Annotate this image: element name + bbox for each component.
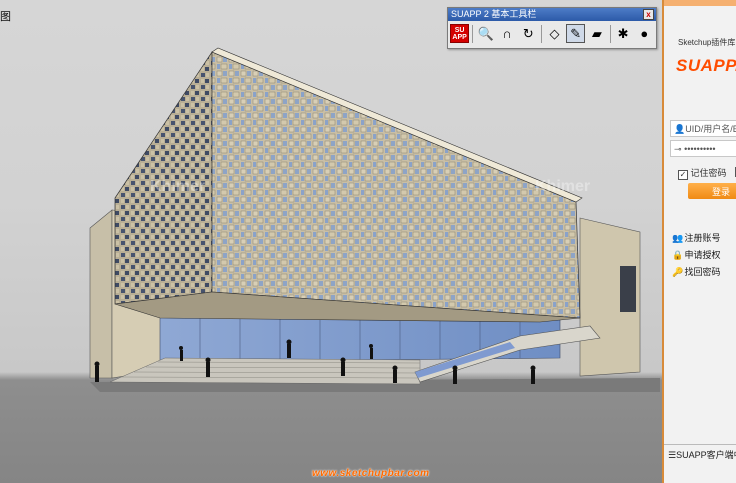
register-label: 注册账号 bbox=[684, 233, 721, 243]
zoom-icon[interactable]: 🔍 bbox=[476, 24, 495, 43]
toolbar-separator bbox=[609, 24, 611, 43]
watermark-text: Khimer bbox=[150, 178, 206, 195]
eraser-icon[interactable]: ◇ bbox=[545, 24, 564, 43]
apply-license-link[interactable]: 🔒 申请授权 bbox=[672, 248, 721, 261]
login-button[interactable]: 登录 bbox=[688, 183, 736, 199]
panel-divider bbox=[664, 444, 736, 445]
status-text: ☰SUAPP客户端中加 bbox=[668, 450, 736, 460]
user-icon: 👤 bbox=[674, 124, 686, 134]
edit-icon[interactable]: ✎ bbox=[566, 24, 586, 43]
remember-label: 记住密码 bbox=[690, 168, 727, 178]
toolbar-separator bbox=[472, 24, 474, 43]
toolbar-separator bbox=[540, 24, 542, 43]
remember-checkbox[interactable]: ✓ bbox=[678, 170, 688, 180]
password-value: •••••••••• bbox=[684, 144, 716, 154]
suapp-toolbar-window[interactable]: SUAPP 2 基本工具栏 x SU APP 🔍 ∩ ↻ ◇ ✎ ▰ ✱ ● bbox=[447, 7, 657, 49]
license-icon: 🔒 bbox=[672, 250, 684, 260]
suapp-logo-button[interactable]: SU APP bbox=[450, 24, 470, 43]
apply-license-label: 申请授权 bbox=[684, 250, 721, 260]
user-add-icon: 👥 bbox=[672, 233, 684, 243]
key-icon: 🔑 bbox=[672, 267, 684, 277]
settings-icon[interactable]: ✱ bbox=[614, 24, 633, 43]
camera-icon[interactable]: ● bbox=[635, 24, 654, 43]
register-link[interactable]: 👥 注册账号 bbox=[672, 231, 721, 244]
uid-placeholder: UID/用户名/Em bbox=[685, 124, 736, 134]
suapp-login-panel: Sketchup插件库 SUAPP. 👤UID/用户名/Em ⊸ •••••••… bbox=[662, 0, 736, 483]
rotate-icon[interactable]: ↻ bbox=[519, 24, 538, 43]
logo-text: APP bbox=[452, 33, 467, 41]
sketchup-viewport[interactable]: 图 Khimer Khimer www.sketchupbar.com bbox=[0, 0, 662, 483]
building-model bbox=[89, 47, 660, 392]
brand-logo: SUAPP. bbox=[676, 56, 736, 75]
paint-icon[interactable]: ▰ bbox=[587, 24, 606, 43]
key-icon: ⊸ bbox=[674, 144, 682, 154]
viewport-corner-label: 图 bbox=[0, 11, 11, 23]
watermark-url: www.sketchupbar.com bbox=[312, 468, 430, 479]
toolbar-titlebar[interactable]: SUAPP 2 基本工具栏 x bbox=[448, 8, 656, 21]
uid-field[interactable]: 👤UID/用户名/Em bbox=[670, 120, 736, 137]
toolbar-close-button[interactable]: x bbox=[643, 9, 654, 20]
password-field[interactable]: ⊸ •••••••••• bbox=[670, 140, 736, 157]
recover-password-label: 找回密码 bbox=[684, 267, 721, 277]
watermark-text: Khimer bbox=[535, 178, 591, 195]
magnet-icon[interactable]: ∩ bbox=[497, 24, 516, 43]
brand-subtitle: Sketchup插件库 bbox=[678, 38, 736, 47]
recover-password-link[interactable]: 🔑 找回密码 bbox=[672, 265, 721, 278]
toolbar-title: SUAPP 2 基本工具栏 bbox=[451, 9, 537, 19]
remember-row: ✓ 记住密码 bbox=[678, 166, 736, 180]
panel-top-bar bbox=[664, 0, 736, 6]
logo-text: SU bbox=[454, 26, 465, 34]
